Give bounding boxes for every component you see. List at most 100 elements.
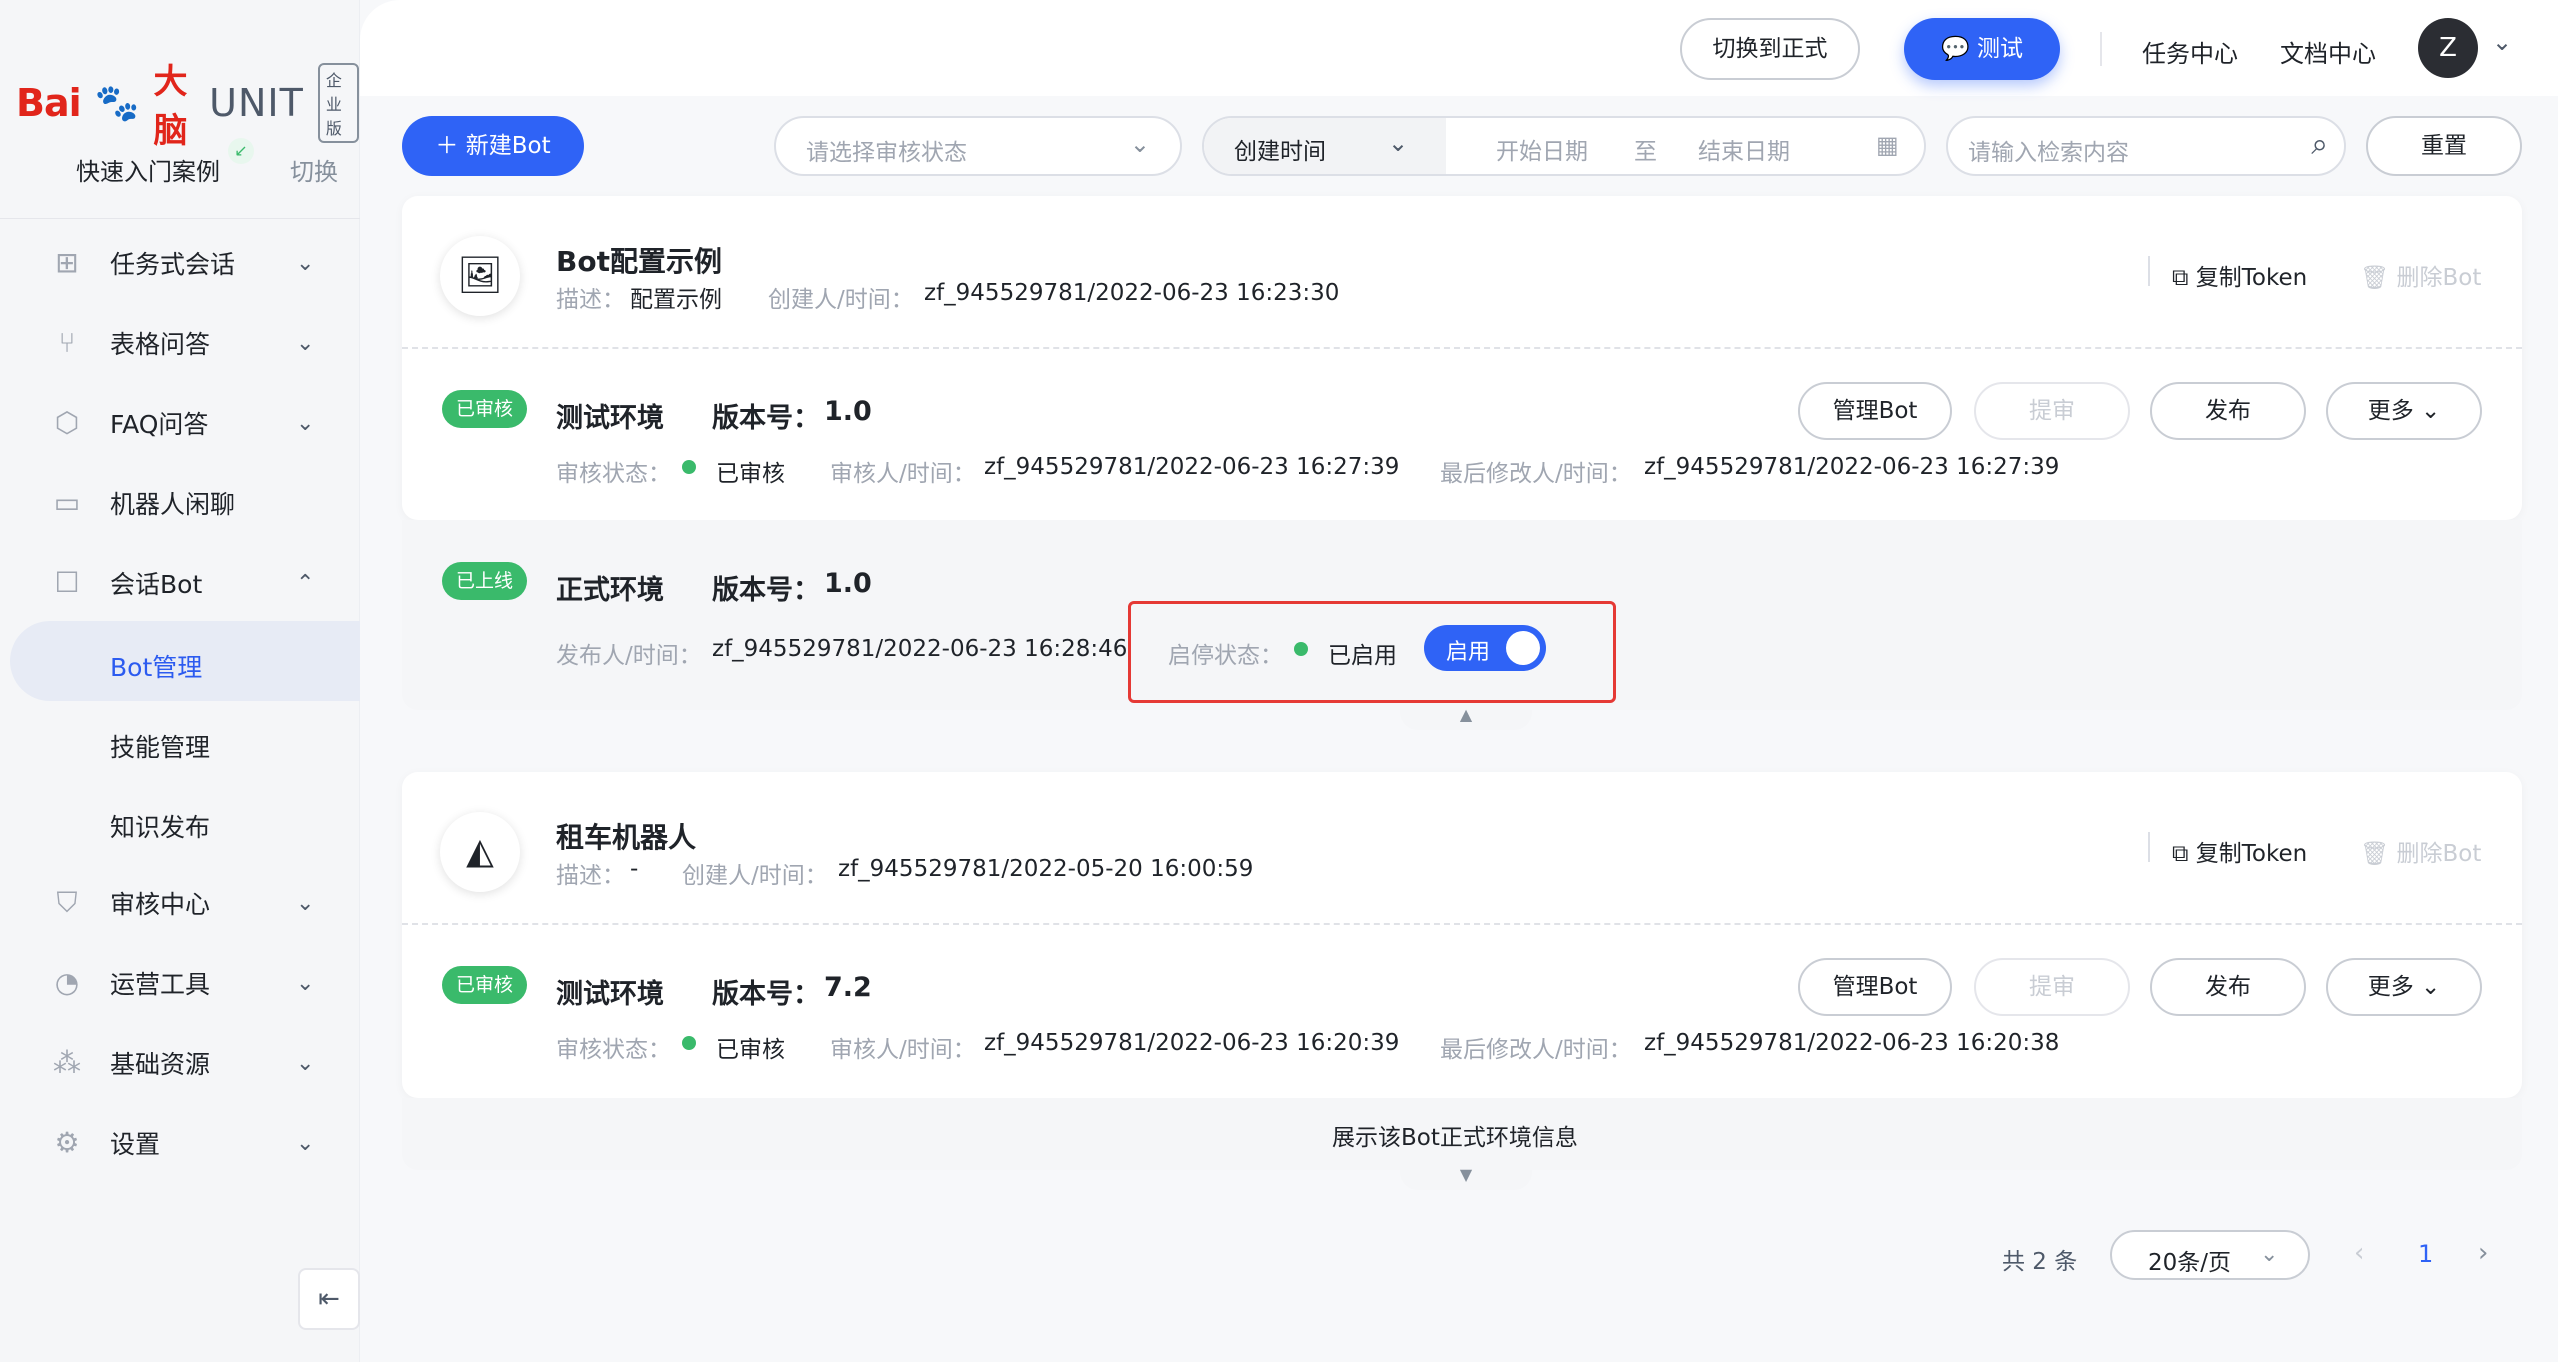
delete-bot-button[interactable]: 🗑 删除Bot: [2360, 258, 2481, 292]
creator-label: 创建人/时间：: [682, 863, 828, 889]
app-root: Bai 🐾 大脑 UNIT 企业版 快速入门案例 ↙ 切换 ⊞ 任务式会话 ⌄ …: [0, 0, 2558, 1362]
manage-bot-button[interactable]: 管理Bot: [1798, 382, 1952, 440]
publish-button[interactable]: 发布: [2150, 382, 2306, 440]
version-label: 版本号：: [712, 575, 820, 606]
publish-button[interactable]: 发布: [2150, 958, 2306, 1016]
expand-toggle[interactable]: ▼: [1400, 1164, 1532, 1190]
review-status-value: 已审核: [716, 1037, 785, 1063]
page-size-select[interactable]: 20条/页 ⌄: [2110, 1230, 2310, 1280]
chevron-down-icon: ⌄: [296, 1050, 315, 1076]
avatar[interactable]: Z: [2418, 18, 2478, 78]
triangle-up-icon: ▲: [1459, 705, 1473, 724]
end-date-input[interactable]: 结束日期: [1698, 132, 1790, 166]
chat-bubble-icon: 💬: [1941, 36, 1970, 62]
tree-icon: ⊞: [55, 246, 79, 279]
sidebar-item-label: 基础资源: [110, 1050, 211, 1079]
logo-brain: 大脑: [153, 62, 188, 151]
dashboard-icon: ◔: [54, 966, 80, 999]
sidebar-item-label: 任务式会话: [110, 250, 236, 279]
chevron-down-icon: ⌄: [296, 970, 315, 996]
reset-button[interactable]: 重置: [2366, 116, 2522, 176]
env-name: 正式环境: [556, 575, 664, 606]
creator-label: 创建人/时间：: [768, 287, 914, 313]
switch-link[interactable]: 切换: [290, 152, 338, 187]
status-badge: 已上线: [442, 562, 528, 600]
task-center-link[interactable]: 任务中心: [2142, 34, 2238, 69]
paw-icon: 🐾: [94, 83, 140, 124]
edition-badge: 企业版: [317, 63, 359, 143]
logo-unit: UNIT: [209, 81, 304, 125]
collapse-sidebar-button[interactable]: ⇤: [298, 1268, 360, 1330]
prev-page-icon[interactable]: ‹: [2354, 1238, 2364, 1268]
switch-to-formal-button[interactable]: 切换到正式: [1680, 18, 1860, 80]
page-number-current[interactable]: 1: [2418, 1240, 2433, 1268]
bot-name[interactable]: 租车机器人: [556, 816, 696, 856]
sidebar-item-settings[interactable]: ⚙ 设置 ⌄: [0, 1108, 360, 1178]
arrow-icon: ↙: [228, 138, 254, 164]
date-filter: 创建时间 ⌄ 开始日期 至 结束日期 ▦: [1202, 116, 1926, 176]
chat-icon: ▭: [53, 486, 81, 519]
date-type-select[interactable]: 创建时间 ⌄: [1204, 118, 1446, 174]
search-icon[interactable]: ⌕: [2311, 127, 2328, 162]
quick-start-link[interactable]: 快速入门案例: [76, 152, 220, 187]
desc-label: 描述：: [556, 287, 625, 313]
card-divider: [402, 923, 2522, 925]
more-button[interactable]: 更多 ⌄: [2326, 958, 2482, 1016]
desc-value: -: [630, 856, 639, 882]
sidebar-item-task-dialog[interactable]: ⊞ 任务式会话 ⌄: [0, 228, 360, 298]
modifier-label: 最后修改人/时间：: [1440, 461, 1632, 487]
baidu-unit-logo[interactable]: Bai 🐾 大脑 UNIT 企业版: [16, 54, 359, 152]
submit-review-button[interactable]: 提审: [1974, 382, 2130, 440]
sidebar-item-label: 会话Bot: [110, 570, 203, 599]
new-bot-button[interactable]: ＋ 新建Bot: [402, 116, 584, 176]
status-badge: 已审核: [442, 390, 528, 428]
bot-avatar-icon: ◭: [440, 812, 520, 892]
sidebar-item-table-qa[interactable]: ⑂ 表格问答 ⌄: [0, 308, 360, 378]
search-input[interactable]: 请输入检索内容 ⌕: [1946, 116, 2346, 176]
expand-prod-env-link[interactable]: 展示该Bot正式环境信息: [1332, 1118, 1578, 1152]
bot-name[interactable]: Bot配置示例: [556, 240, 722, 280]
submit-review-button[interactable]: 提审: [1974, 958, 2130, 1016]
review-status-select[interactable]: 请选择审核状态 ⌄: [774, 116, 1182, 176]
logo-bai: Bai: [16, 81, 82, 125]
sidebar-item-faq[interactable]: ⬡ FAQ问答 ⌄: [0, 388, 360, 458]
delete-bot-button[interactable]: 🗑 删除Bot: [2360, 834, 2481, 868]
more-button[interactable]: 更多 ⌄: [2326, 382, 2482, 440]
pagination-total: 共 2 条: [2002, 1249, 2078, 1275]
chevron-down-icon[interactable]: ⌄: [2492, 28, 2512, 56]
test-button[interactable]: 💬 测试: [1904, 18, 2060, 80]
reviewer-value: zf_945529781/2022-06-23 16:27:39: [984, 454, 1400, 480]
sidebar-subitem-knowledge-publish[interactable]: 知识发布: [110, 808, 210, 844]
copy-token-button[interactable]: ⧉ 复制Token: [2172, 834, 2307, 868]
start-date-input[interactable]: 开始日期: [1496, 132, 1588, 166]
sidebar-item-dialog-bot[interactable]: ☐ 会话Bot ⌃: [0, 548, 360, 618]
sidebar-item-review-center[interactable]: ⛉ 审核中心 ⌄: [0, 868, 360, 938]
bot-avatar-icon: 🖼: [440, 236, 520, 316]
chevron-down-icon: ⌄: [1129, 130, 1150, 158]
sidebar-item-ops-tools[interactable]: ◔ 运营工具 ⌄: [0, 948, 360, 1018]
sidebar-subitem-skill-management[interactable]: 技能管理: [110, 728, 210, 764]
date-type-label: 创建时间: [1234, 139, 1326, 165]
sidebar-item-label: 设置: [110, 1130, 161, 1159]
search-placeholder: 请输入检索内容: [1968, 140, 2129, 166]
chevron-down-icon: ⌄: [296, 1130, 315, 1156]
collapse-toggle[interactable]: ▲: [1400, 704, 1532, 730]
sidebar-item-basic-resources[interactable]: ⁂ 基础资源 ⌄: [0, 1028, 360, 1098]
branch-icon: ⑂: [58, 326, 76, 359]
calendar-icon[interactable]: ▦: [1876, 131, 1899, 159]
copy-token-button[interactable]: ⧉ 复制Token: [2172, 258, 2307, 292]
env-name: 测试环境: [556, 403, 664, 434]
sidebar-item-chitchat[interactable]: ▭ 机器人闲聊: [0, 468, 360, 538]
test-button-label: 测试: [1976, 36, 2023, 62]
publisher-value: zf_945529781/2022-06-23 16:28:46: [712, 636, 1128, 662]
version-label: 版本号：: [712, 979, 820, 1010]
sidebar-item-label: 审核中心: [110, 890, 211, 919]
highlight-box: [1128, 601, 1616, 703]
next-page-icon[interactable]: ›: [2478, 1238, 2488, 1268]
modifier-value: zf_945529781/2022-06-23 16:27:39: [1644, 454, 2060, 480]
action-divider: [2148, 832, 2150, 862]
header-divider: [2100, 32, 2102, 66]
collapse-icon: ⇤: [318, 1284, 340, 1314]
doc-center-link[interactable]: 文档中心: [2280, 34, 2376, 69]
manage-bot-button[interactable]: 管理Bot: [1798, 958, 1952, 1016]
